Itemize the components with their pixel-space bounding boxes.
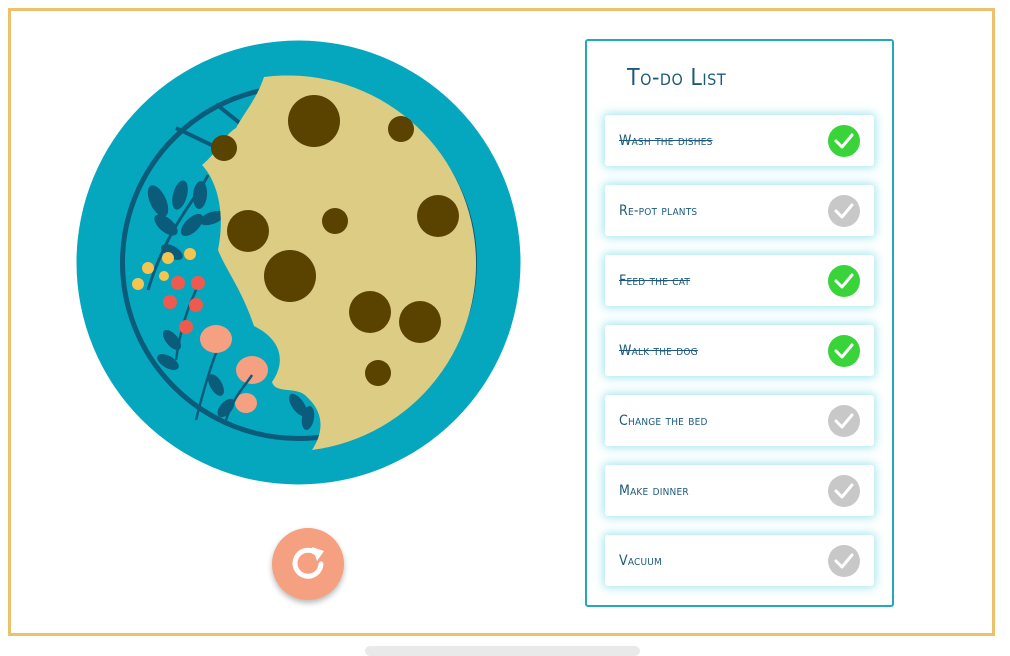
checkmark-icon[interactable]	[828, 474, 860, 507]
checkmark-icon[interactable]	[828, 544, 860, 577]
todo-item-label: Feed the cat	[619, 272, 691, 289]
todo-item[interactable]: Feed the cat	[605, 255, 874, 306]
todo-item-label: Vacuum	[619, 552, 663, 569]
todo-item[interactable]: Vacuum	[605, 535, 874, 586]
checkmark-glyph	[834, 483, 854, 498]
checkmark-icon[interactable]	[828, 404, 860, 437]
checkmark-icon[interactable]	[828, 124, 860, 157]
horizontal-scrollbar[interactable]	[365, 646, 640, 656]
checkmark-icon[interactable]	[828, 334, 860, 367]
todo-item[interactable]: Wash the dishes	[605, 115, 874, 166]
todo-item-label: Re-pot plants	[619, 202, 698, 219]
todo-list-title: To-do List	[627, 65, 727, 91]
todo-item[interactable]: Make dinner	[605, 465, 874, 516]
refresh-icon	[292, 547, 324, 579]
checkmark-glyph	[834, 273, 854, 288]
todo-item-label: Change the bed	[619, 412, 708, 429]
checkmark-glyph	[834, 203, 854, 218]
cookie-plate	[76, 40, 521, 485]
checkmark-glyph	[834, 133, 854, 148]
todo-list-panel: To-do List Wash the dishes Re-pot plants…	[585, 39, 894, 607]
refresh-button[interactable]	[272, 528, 344, 600]
checkmark-icon[interactable]	[828, 264, 860, 297]
todo-items: Wash the dishes Re-pot plants Feed the c…	[605, 115, 874, 605]
checkmark-glyph	[834, 553, 854, 568]
checkmark-icon[interactable]	[828, 194, 860, 227]
checkmark-glyph	[834, 343, 854, 358]
todo-item-label: Wash the dishes	[619, 132, 713, 149]
todo-item-label: Make dinner	[619, 482, 689, 499]
todo-item[interactable]: Walk the dog	[605, 325, 874, 376]
todo-item[interactable]: Re-pot plants	[605, 185, 874, 236]
todo-item[interactable]: Change the bed	[605, 395, 874, 446]
todo-item-label: Walk the dog	[619, 342, 698, 359]
checkmark-glyph	[834, 413, 854, 428]
